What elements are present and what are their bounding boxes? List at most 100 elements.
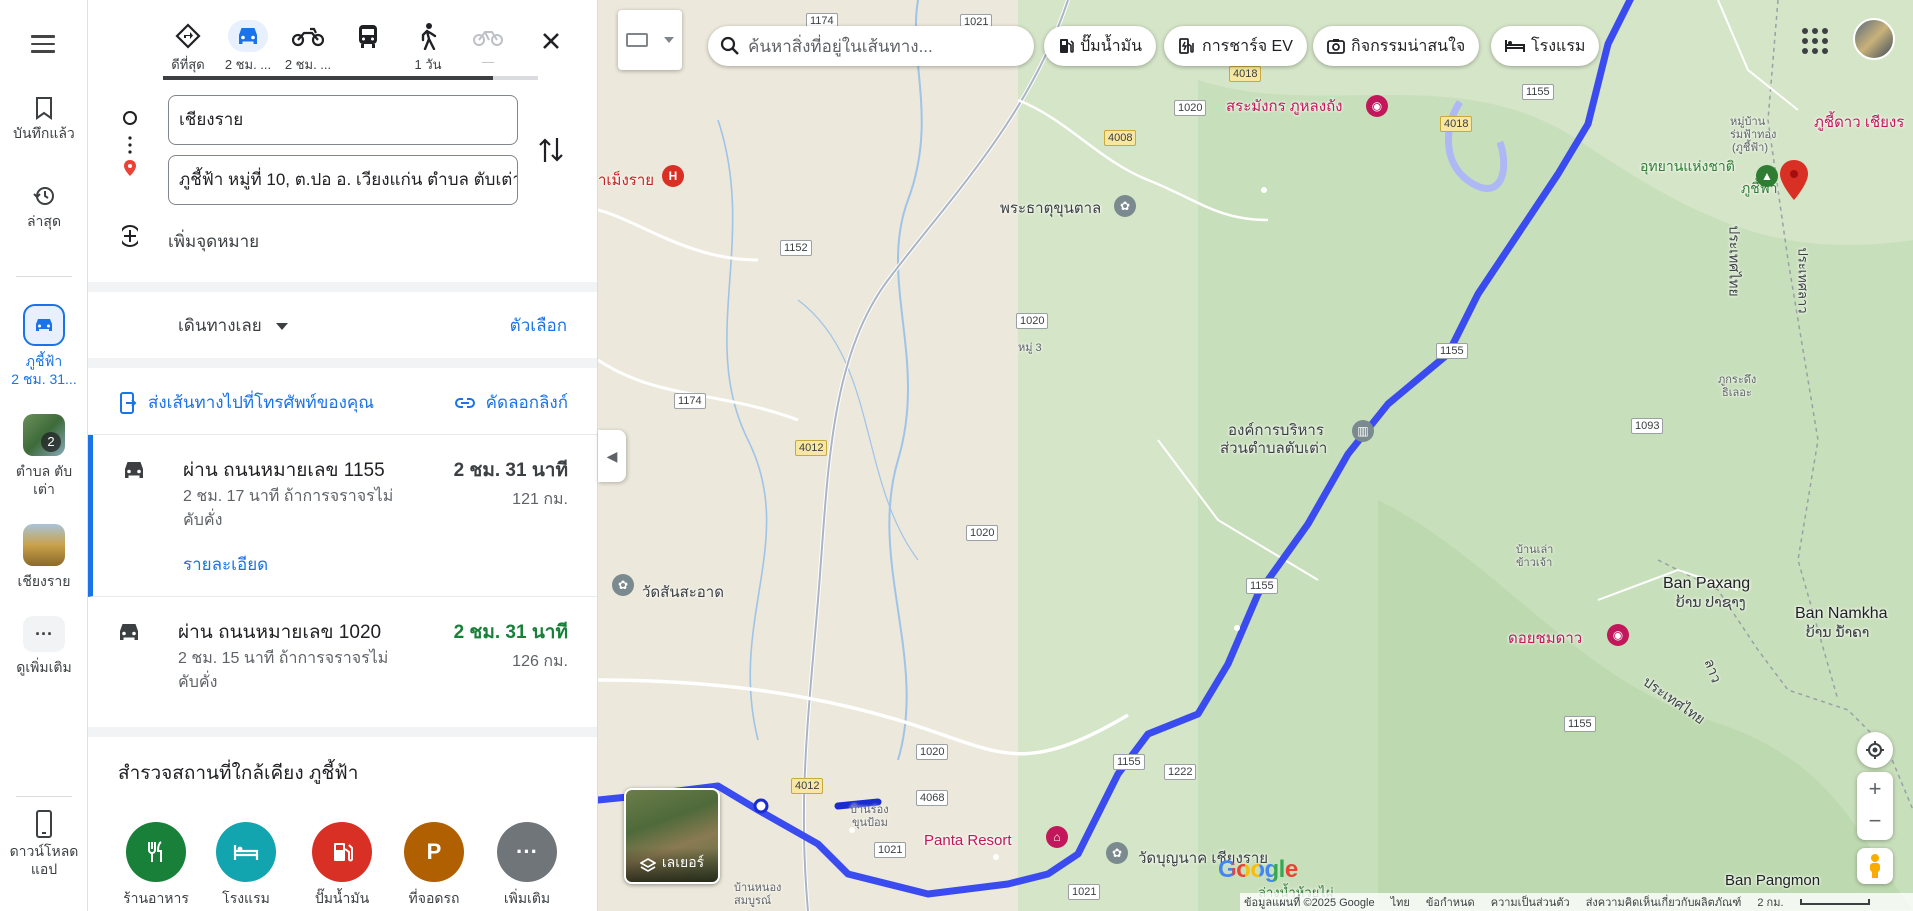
bookmark-icon (36, 97, 52, 120)
google-apps-button[interactable] (1796, 22, 1832, 58)
road-shield: 1155 (1522, 84, 1554, 100)
map-canvas[interactable]: สระมังกร ภูหลงถัง ◉ ภูชี้ดาว เชียงร อุทย… (598, 0, 1913, 911)
temple-icon[interactable]: ✿ (1114, 195, 1136, 217)
google-logo-text: Google (1218, 856, 1298, 883)
search-along-route-input[interactable]: ค้นหาสิ่งที่อยู่ในเส้นทาง... (708, 26, 1034, 66)
park-icon[interactable]: ▲ (1756, 165, 1778, 187)
camera-icon (1327, 39, 1345, 54)
map-label: ธิเลอะ (1722, 387, 1752, 399)
directions-panel: ดีที่สุด 2 ชม. ... 2 ชม. ... 1 วัน — เชี… (88, 0, 598, 911)
scale-label[interactable]: 2 กม. (1757, 893, 1783, 911)
chip-hotels[interactable]: โรงแรม (1491, 26, 1600, 66)
category-restaurants[interactable]: ร้านอาหาร (116, 822, 196, 910)
my-location-icon (1866, 741, 1884, 759)
recent-place-chiang-rai[interactable]: เชียงราย (0, 524, 88, 590)
resort-icon[interactable]: ⌂ (1046, 826, 1068, 848)
more-icon: ··· (497, 822, 557, 882)
terms-link[interactable]: ข้อกำหนด (1426, 893, 1475, 911)
recent-place-tab-tao[interactable]: 2 ตำบล ตับ เต่า (0, 414, 88, 498)
mode-scroll-thumb[interactable] (163, 76, 493, 80)
mode-motorcycle[interactable]: 2 ชม. ... (278, 20, 338, 75)
copy-link-button[interactable]: คัดลอกลิงก์ (454, 389, 568, 416)
chip-ev-charging[interactable]: การชาร์จ EV (1164, 26, 1307, 66)
route-option[interactable]: ผ่าน ถนนหมายเลข 1020 2 ชม. 31 นาที 2 ชม.… (88, 597, 597, 727)
menu-button[interactable] (22, 30, 64, 60)
close-directions-button[interactable] (536, 26, 566, 56)
street-view-button[interactable] (1857, 848, 1893, 884)
download-label-1: ดาวน์โหลด (9, 843, 79, 859)
camera-icon[interactable]: ◉ (1607, 624, 1629, 646)
map-label: Ban Pangmon (1725, 872, 1821, 889)
mode-walking[interactable]: 1 วัน (398, 20, 458, 75)
depart-now-dropdown[interactable]: เดินทางเลย (178, 312, 289, 339)
download-label-2: แอป (30, 861, 58, 877)
feedback-link[interactable]: ส่งความคิดเห็นเกี่ยวกับผลิตภัณฑ์ (1586, 893, 1742, 911)
add-destination-button[interactable]: เพิ่มจุดหมาย (168, 228, 259, 255)
road-shield: 1021 (874, 842, 907, 858)
motorcycle-icon (292, 27, 324, 47)
map-label: หมู่ 3 (1018, 342, 1042, 354)
collapse-panel-button[interactable]: ◀ (598, 430, 626, 482)
zoom-out-button[interactable]: − (1869, 806, 1882, 840)
road-shield: 1020 (1174, 100, 1207, 116)
share-row: ส่งเส้นทางไปที่โทรศัพท์ของคุณ คัดลอกลิงก… (88, 375, 597, 435)
chip-label: การชาร์จ EV (1202, 37, 1293, 55)
account-avatar[interactable] (1853, 18, 1895, 60)
category-hotels[interactable]: โรงแรม (206, 822, 286, 910)
swap-route-button[interactable] (536, 132, 566, 168)
category-parking[interactable]: P ที่จอดรถ (394, 822, 474, 910)
chip-gas[interactable]: ปั๊มน้ำมัน (1044, 26, 1157, 66)
search-icon (720, 36, 739, 55)
temple-icon[interactable]: ✿ (1106, 842, 1128, 864)
current-route-label-1: ภูชี้ฟ้า (25, 353, 63, 369)
map-label: Panta Resort (924, 832, 1012, 849)
route-details-link[interactable]: รายละเอียด (183, 551, 268, 578)
recent-button[interactable]: ล่าสุด (0, 184, 88, 230)
mode-transit[interactable] (338, 20, 398, 54)
parking-icon: P (404, 822, 464, 882)
directions-icon (175, 23, 201, 49)
road-shield: 1020 (1016, 313, 1049, 329)
map-label: ส่วนตำบลตับเต่า (1220, 440, 1328, 457)
car-icon (239, 28, 257, 44)
mode-driving[interactable]: 2 ชม. ... (218, 20, 278, 75)
route-option-selected[interactable]: ผ่าน ถนนหมายเลข 1155 2 ชม. 31 นาที 2 ชม.… (88, 435, 597, 597)
road-shield: 1020 (916, 744, 949, 760)
chip-things-to-do[interactable]: กิจกรรมน่าสนใจ (1313, 26, 1480, 66)
section-divider (88, 727, 597, 737)
government-building-icon[interactable]: ▥ (1352, 420, 1374, 442)
privacy-link[interactable]: ความเป็นส่วนตัว (1491, 893, 1570, 911)
road-shield: 1174 (674, 393, 706, 409)
chevron-down-icon (664, 37, 674, 43)
zoom-in-button[interactable]: + (1869, 772, 1882, 806)
origin-input[interactable]: เชียงราย (168, 95, 518, 145)
temple-icon[interactable]: ✿ (612, 574, 634, 596)
mode-cycling[interactable]: — (458, 20, 518, 69)
map-data-attribution: ข้อมูลแผนที่ ©2025 Google (1244, 897, 1375, 909)
hotel-icon (1505, 40, 1525, 52)
camera-icon[interactable]: ◉ (1366, 95, 1388, 117)
road-shield: 1152 (780, 240, 812, 256)
mode-best[interactable]: ดีที่สุด (158, 20, 218, 75)
options-button[interactable]: ตัวเลือก (510, 312, 567, 339)
saved-button[interactable]: บันทึกแล้ว (0, 96, 88, 142)
download-app-button[interactable]: ดาวน์โหลด แอป (0, 810, 88, 878)
road-shield: 4012 (791, 778, 824, 794)
language-link[interactable]: ไทย (1391, 893, 1410, 911)
current-route-item[interactable]: ภูชี้ฟ้า 2 ชม. 31... (0, 304, 88, 388)
route-name: ผ่าน ถนนหมายเลข 1155 (183, 460, 385, 481)
zoom-controls: + − (1857, 772, 1893, 840)
hospital-icon[interactable]: H (662, 165, 684, 187)
category-gas-stations[interactable]: ปั๊มน้ำมัน (302, 822, 382, 910)
swap-icon (539, 138, 563, 162)
map-label: ภูชี้ดาว เชียงร (1814, 114, 1905, 131)
category-more[interactable]: ··· เพิ่มเติม (487, 822, 567, 910)
place-label-1: ตำบล ตับ (15, 463, 73, 479)
more-button[interactable]: ··· ดูเพิ่มเติม (0, 616, 88, 676)
destination-input[interactable]: ภูชี้ฟ้า หมู่ที่ 10, ต.ปอ อ. เวียงแก่น ต… (168, 155, 518, 205)
layers-button[interactable]: เลเยอร์ (624, 788, 720, 884)
input-tools-button[interactable] (618, 10, 682, 70)
my-location-button[interactable] (1857, 732, 1893, 768)
gas-station-icon (312, 822, 372, 882)
send-to-phone-button[interactable]: ส่งเส้นทางไปที่โทรศัพท์ของคุณ (118, 389, 374, 416)
